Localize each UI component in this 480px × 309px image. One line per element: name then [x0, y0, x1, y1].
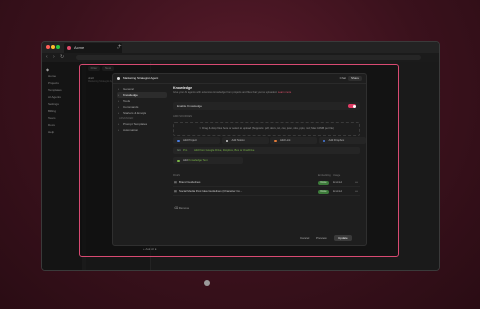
browser-tab-bar: Acme × +: [42, 42, 439, 53]
dock-indicator: [204, 280, 210, 286]
nav-item-label: Starters & Emojis: [123, 111, 147, 115]
description-text: Give your AI agents with extensive knowl…: [173, 91, 278, 94]
bolt-icon: •: [118, 128, 120, 132]
knowledge-panel: Knowledge Give your AI agents with exten…: [173, 86, 366, 210]
sidebar-item[interactable]: Billing: [48, 109, 56, 113]
usage-status[interactable]: Enabled: [333, 179, 342, 186]
sidebar-item[interactable]: Home: [48, 74, 56, 78]
nav-item-label: General: [123, 87, 134, 91]
add-text-prefix: Add: [183, 159, 188, 162]
nav-item-label: Knowledge: [123, 93, 138, 97]
cloud-import-row[interactable]: Git Pro Add from Google Drive, Dropbox, …: [173, 147, 360, 154]
enable-knowledge-label: Enable Knowledge: [177, 104, 203, 108]
sources-section-label: ADD SOURCES: [173, 115, 193, 118]
sidebar-item[interactable]: AI Agents: [48, 95, 61, 99]
knowledge-description: Give your AI agents with extensive knowl…: [173, 91, 360, 95]
plus-icon: [177, 159, 180, 162]
embedding-status-badge: Done: [318, 180, 329, 185]
enable-knowledge-row: Enable Knowledge: [173, 102, 360, 110]
source-icon: [322, 139, 325, 142]
agent-settings-modal: Marketing Strategist Agent Chat Share • G…: [112, 73, 367, 246]
composer-bar[interactable]: + Ask AI ●: [143, 246, 188, 252]
composer-input[interactable]: Ask AI: [145, 247, 154, 251]
source-button-add-project[interactable]: Add Project: [173, 137, 220, 144]
arrow-right-icon[interactable]: ›: [53, 54, 55, 60]
sidebar-item[interactable]: Templates: [48, 88, 62, 92]
learn-more-link[interactable]: Learn more: [278, 91, 291, 94]
source-icon: [274, 139, 277, 142]
sidebar-item[interactable]: Team: [48, 116, 55, 120]
preview-button[interactable]: Preview: [316, 235, 327, 241]
agent-avatar-icon: [117, 77, 120, 80]
nav-item-automation[interactable]: • Automation: [117, 127, 167, 133]
source-icon: [225, 139, 228, 142]
usage-column: Usage: [333, 174, 341, 177]
pro-badge: Pro: [183, 149, 188, 152]
usage-status[interactable]: Enabled: [333, 188, 342, 195]
chat-button[interactable]: Chat: [340, 76, 346, 81]
enable-knowledge-toggle[interactable]: [348, 104, 356, 108]
embedding-column: Embedding: [318, 174, 331, 177]
settings-nav: • General • Knowledge • Tools • Commands • Starte…: [117, 86, 167, 133]
source-buttons: Add Project Add Notion Add Link Add Dropbox: [173, 137, 366, 144]
file-drop-zone[interactable]: ⇪ Drag & drop files here or select to up…: [173, 122, 360, 136]
modal-header: Marketing Strategist Agent Chat Share: [113, 74, 366, 84]
nav-item-label: Tools: [123, 99, 131, 103]
remove-label: Remove: [178, 206, 190, 210]
sidebar-item[interactable]: Docs: [48, 123, 55, 127]
more-options-icon[interactable]: •••: [355, 188, 358, 195]
share-button[interactable]: Share: [347, 76, 362, 81]
files-table-header: FILES Embedding Usage: [173, 174, 360, 178]
add-knowledge-text-button[interactable]: Add Knowledge Text: [173, 157, 243, 164]
sidebar-item[interactable]: Projects: [48, 81, 59, 85]
embedding-status-badge: Done: [318, 189, 329, 194]
reload-icon[interactable]: ↻: [60, 54, 64, 60]
cloud-import-text: Add from Google Drive, Dropbox, Box or O…: [194, 149, 255, 152]
cancel-button[interactable]: Cancel: [300, 235, 309, 241]
arrow-left-icon[interactable]: ‹: [46, 54, 48, 60]
minimize-window-button[interactable]: [51, 45, 55, 49]
close-window-button[interactable]: [46, 45, 50, 49]
browser-tab[interactable]: Acme ×: [64, 43, 122, 53]
remove-button[interactable]: ⌫ Remove: [174, 206, 189, 210]
nav-item-label: Prompt Templates: [123, 122, 148, 126]
sidebar-item[interactable]: Help: [48, 130, 54, 134]
file-row[interactable]: ▤ Brand Guidelines Done Enabled •••: [173, 179, 360, 187]
mic-icon[interactable]: ●: [155, 247, 157, 251]
address-input[interactable]: [76, 55, 421, 60]
git-label: Git: [177, 149, 181, 152]
file-row[interactable]: ▤ Social Media Post Idea Guidelines (Char…: [173, 188, 360, 196]
source-label: Add Dropbox: [328, 139, 345, 142]
more-options-icon[interactable]: •••: [355, 179, 358, 186]
source-button-add-link[interactable]: Add Link: [270, 137, 317, 144]
file-icon: ▤: [174, 189, 177, 193]
nav-item-label: Automation: [123, 128, 139, 132]
source-icon: [177, 139, 180, 142]
add-text-highlight: Knowledge Text: [188, 159, 208, 162]
source-label: Add Project: [183, 139, 197, 142]
sidebar-item[interactable]: Settings: [48, 102, 59, 106]
app-sidebar: ◆ Home Projects Templates AI Agents Settings…: [42, 62, 83, 270]
modal-footer: Cancel Preview Update: [300, 235, 360, 241]
favicon-icon: [67, 46, 71, 50]
nav-item-label: Commands: [123, 105, 139, 109]
maximize-window-button[interactable]: [56, 45, 60, 49]
modal-title: Marketing Strategist Agent: [123, 76, 159, 80]
tab-title: Acme: [74, 45, 85, 50]
logo-icon: ◆: [46, 67, 50, 72]
smile-icon: •: [118, 111, 120, 115]
update-button[interactable]: Update: [334, 235, 352, 241]
source-button-add-notion[interactable]: Add Notion: [221, 137, 269, 144]
file-name: Social Media Post Idea Guidelines (Chara…: [179, 189, 243, 193]
source-label: Add Notion: [231, 139, 245, 142]
file-name: Brand Guidelines: [179, 180, 201, 184]
new-tab-button[interactable]: +: [118, 42, 122, 53]
nav-item-starters-emojis[interactable]: • Starters & Emojis: [117, 110, 167, 116]
source-label: Add Link: [280, 139, 291, 142]
drop-zone-text: Drag & drop files here or select to uplo…: [202, 127, 334, 130]
files-label: FILES: [173, 174, 180, 177]
source-button-add-dropbox[interactable]: Add Dropbox: [318, 137, 366, 144]
file-icon: ▤: [174, 180, 177, 184]
